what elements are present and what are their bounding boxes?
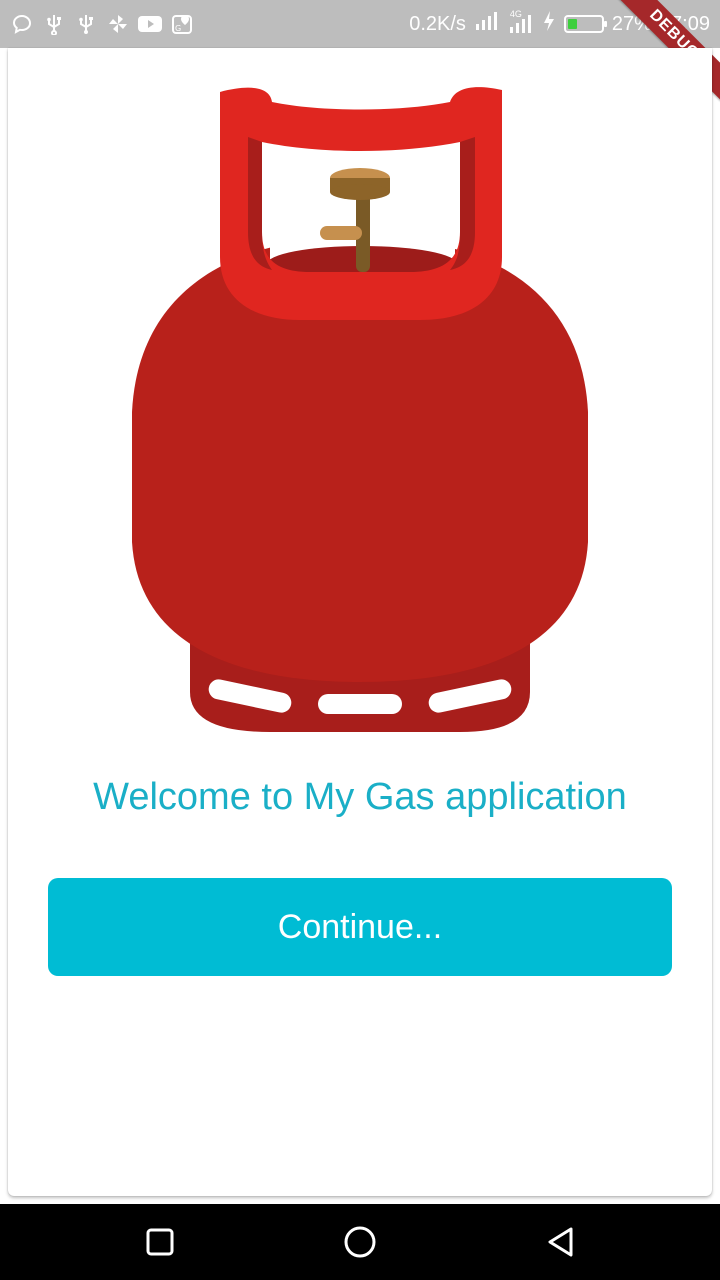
charging-bolt-icon [542,10,556,38]
gas-cylinder-illustration [132,87,588,732]
battery-icon [563,15,607,33]
usb-icon [74,12,98,36]
valve-cap-bottom [330,184,390,200]
chat-bubble-icon [10,12,34,36]
continue-button[interactable]: Continue... [48,878,672,976]
network-type: 4G [509,9,522,19]
maps-icon: G [170,12,194,36]
battery-fill [567,19,577,29]
signal-4g-icon: 4G [508,9,534,35]
recents-square-icon[interactable] [140,1224,180,1260]
valve-arm [320,226,362,240]
home-circle-icon[interactable] [340,1224,380,1260]
base-slot-center [318,694,402,714]
svg-text:G: G [175,24,181,33]
pinwheel-icon [106,12,130,36]
usb-icon [42,12,66,36]
welcome-screen: Welcome to My Gas application Continue..… [8,48,712,1196]
signal-icon [474,10,500,38]
network-speed: 0.2K/s [409,12,466,35]
navigation-bar [0,1204,720,1280]
status-bar: G 0.2K/s 4G 27% 17:09 [0,0,720,48]
welcome-title: Welcome to My Gas application [93,776,627,818]
back-triangle-icon[interactable] [540,1224,580,1260]
youtube-icon [138,12,162,36]
notification-icons: G [10,10,194,38]
